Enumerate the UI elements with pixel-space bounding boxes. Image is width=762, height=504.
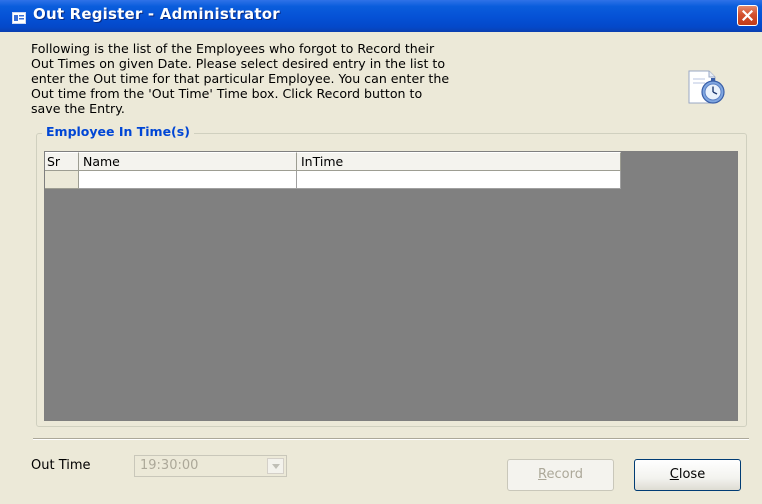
column-header-sr[interactable]: Sr <box>45 152 79 171</box>
stopwatch-icon <box>683 67 731 107</box>
instruction-line: Out Times on given Date. Please select d… <box>31 56 446 71</box>
record-button[interactable]: Record <box>507 459 614 491</box>
instruction-line: enter the Out time for that particular E… <box>31 71 450 86</box>
window-close-button[interactable] <box>737 5 758 26</box>
instructions-text: Following is the list of the Employees w… <box>31 41 651 116</box>
close-button-label: lose <box>678 467 706 482</box>
window-app-icon <box>12 9 26 24</box>
close-button-mnemonic: C <box>669 467 679 482</box>
separator-line <box>33 438 749 440</box>
name-cell[interactable] <box>79 171 297 189</box>
out-time-dropdown-button[interactable] <box>267 458 284 474</box>
row-header-cell[interactable] <box>45 171 79 189</box>
close-x-icon <box>742 10 753 21</box>
dropdown-arrow-icon <box>272 464 280 469</box>
close-button[interactable]: Close <box>634 459 741 491</box>
out-time-picker[interactable]: 19:30:00 <box>134 455 287 477</box>
intime-cell[interactable] <box>297 171 621 189</box>
column-header-name[interactable]: Name <box>79 152 297 171</box>
employee-grid[interactable]: Sr Name InTime <box>44 151 738 421</box>
grid-header-row: Sr Name InTime <box>45 152 621 171</box>
instruction-line: Out time from the 'Out Time' Time box. C… <box>31 86 423 101</box>
instruction-line: save the Entry. <box>31 101 125 116</box>
window-title: Out Register - Administrator <box>33 5 280 23</box>
out-time-label: Out Time <box>31 458 91 473</box>
instruction-line: Following is the list of the Employees w… <box>31 41 435 56</box>
table-row[interactable] <box>45 171 621 189</box>
out-register-window: Out Register - Administrator Following i… <box>0 0 762 504</box>
group-title: Employee In Time(s) <box>42 124 194 139</box>
column-header-intime[interactable]: InTime <box>297 152 621 171</box>
record-button-label: ecord <box>546 467 583 482</box>
title-bar[interactable]: Out Register - Administrator <box>0 0 762 32</box>
out-time-value: 19:30:00 <box>140 458 199 473</box>
